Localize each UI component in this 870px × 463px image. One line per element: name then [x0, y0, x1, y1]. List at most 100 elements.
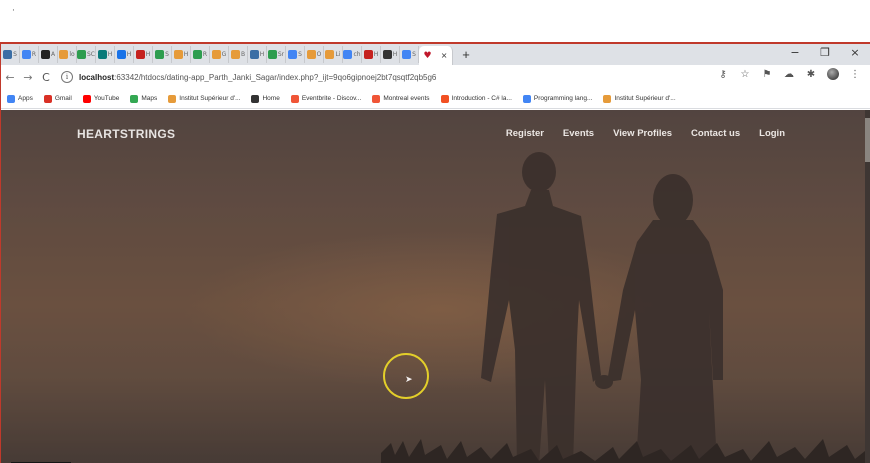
tab-label: H	[373, 51, 379, 58]
nav-link-view-profiles[interactable]: View Profiles	[613, 128, 672, 139]
bookmark-label: Institut Supérieur d'...	[179, 95, 241, 102]
close-window-button[interactable]: ×	[840, 44, 870, 65]
new-tab-button[interactable]: +	[457, 47, 475, 62]
browser-tab[interactable]: H	[134, 46, 153, 63]
nav-link-login[interactable]: Login	[759, 128, 785, 139]
bookmark-item[interactable]: Maps	[130, 94, 157, 103]
restore-button[interactable]: ❐	[810, 44, 840, 65]
tab-close-icon[interactable]: ×	[441, 51, 448, 60]
bookmark-label: Institut Supérieur d'...	[614, 95, 676, 102]
tab-label: S	[412, 51, 416, 58]
bookmark-item[interactable]: Introduction - C# la...	[440, 94, 512, 103]
nav-link-register[interactable]: Register	[506, 128, 544, 139]
browser-tab[interactable]: S	[1, 46, 20, 63]
bookmark-favicon-icon	[251, 94, 260, 103]
window-controls: − ❐ ×	[780, 44, 870, 65]
browser-tab[interactable]: H	[172, 46, 191, 63]
bookmark-label: Montreal events	[383, 95, 430, 102]
tab-favicon-icon	[192, 50, 202, 59]
browser-tab[interactable]: R	[20, 46, 39, 63]
site-nav-links: Register Events View Profiles Contact us Log…	[487, 128, 785, 139]
browser-tab[interactable]: H	[115, 46, 134, 63]
bookmark-item[interactable]: YouTube	[82, 94, 120, 103]
address-row: ← → C i localhost:63342/htdocs/dating-ap…	[1, 65, 870, 89]
browser-tab[interactable]: Sr	[267, 46, 286, 63]
url-path: :63342/htdocs/dating-app_Parth_Janki_Sag…	[114, 72, 437, 82]
tab-favicon-icon	[249, 50, 259, 59]
cloud-extension-icon[interactable]: ☁	[778, 69, 800, 80]
site-info-icon[interactable]: i	[61, 71, 73, 83]
forward-button[interactable]: →	[19, 71, 37, 84]
bookmark-item[interactable]: Programming lang...	[522, 94, 593, 103]
bookmark-item[interactable]: Institut Supérieur d'...	[603, 94, 676, 103]
browser-tab[interactable]: H	[362, 46, 381, 63]
tab-label: Li	[335, 51, 341, 58]
tab-favicon-icon	[21, 50, 31, 59]
tab-label: G	[221, 51, 227, 58]
flag-extension-icon[interactable]: ⚑	[756, 69, 778, 80]
browser-tab[interactable]: H	[381, 46, 400, 63]
profile-avatar[interactable]	[827, 68, 839, 80]
bookmark-item[interactable]: Apps	[7, 94, 33, 103]
desktop-strip: ·	[0, 0, 870, 42]
page-scrollbar[interactable]	[865, 110, 870, 463]
corner-mark: ·	[12, 6, 15, 16]
browser-tab[interactable]: S	[400, 46, 419, 63]
bookmark-item[interactable]: Home	[251, 94, 280, 103]
bookmark-favicon-icon	[372, 94, 381, 103]
tab-favicon-icon	[306, 50, 316, 59]
bookmark-item[interactable]: Gmail	[43, 94, 72, 103]
tab-label: O	[316, 51, 322, 58]
nav-link-contact-us[interactable]: Contact us	[691, 128, 740, 139]
browser-tab[interactable]: H	[96, 46, 115, 63]
browser-tab[interactable]: Li	[324, 46, 343, 63]
tab-favicon-icon	[211, 50, 221, 59]
browser-tab[interactable]: SC	[77, 46, 96, 63]
bookmark-favicon-icon	[603, 94, 612, 103]
bookmark-favicon-icon	[290, 94, 299, 103]
bookmark-favicon-icon	[130, 94, 139, 103]
bookmark-item[interactable]: Montreal events	[372, 94, 430, 103]
extensions-puzzle-icon[interactable]: ✱	[800, 69, 822, 80]
bookmark-label: YouTube	[93, 95, 120, 102]
tab-favicon-icon	[116, 50, 126, 59]
minimize-button[interactable]: −	[780, 44, 810, 65]
tab-favicon-icon	[155, 50, 165, 59]
bookmark-label: Programming lang...	[533, 95, 593, 102]
nav-link-events[interactable]: Events	[563, 128, 594, 139]
browser-tab[interactable]: B	[229, 46, 248, 63]
tab-label: H	[392, 51, 398, 58]
browser-tab[interactable]: H	[248, 46, 267, 63]
bookmark-favicon-icon	[7, 94, 15, 103]
tab-active-heartstrings[interactable]: ♥ ×	[419, 46, 453, 65]
tab-label: SC	[87, 51, 95, 58]
tab-label: R	[202, 51, 208, 58]
browser-tab[interactable]: A	[39, 46, 58, 63]
address-bar[interactable]: i localhost:63342/htdocs/dating-app_Part…	[61, 68, 761, 86]
bookmark-item[interactable]: Eventbrite - Discov...	[290, 94, 361, 103]
password-key-icon[interactable]: ⚷	[712, 69, 734, 80]
bookmark-item[interactable]: Institut Supérieur d'...	[168, 94, 241, 103]
url-host: localhost	[79, 72, 115, 82]
tab-label: ch	[353, 51, 361, 58]
scrollbar-thumb[interactable]	[865, 118, 870, 162]
tab-favicon-icon	[230, 50, 240, 59]
bookmark-label: Home	[262, 95, 280, 102]
browser-tab[interactable]: lo	[58, 46, 77, 63]
bookmark-label: Apps	[18, 95, 33, 102]
browser-tab[interactable]: O	[305, 46, 324, 63]
browser-tab[interactable]: R	[191, 46, 210, 63]
couple-silhouette-image	[481, 152, 723, 463]
browser-tab[interactable]: ch	[343, 46, 362, 63]
browser-tab[interactable]: S	[286, 46, 305, 63]
browser-menu-icon[interactable]: ⋮	[844, 69, 866, 80]
tab-favicon-icon	[3, 50, 13, 59]
bookmark-star-icon[interactable]: ☆	[734, 69, 756, 80]
browser-tab[interactable]: G	[210, 46, 229, 63]
back-button[interactable]: ←	[1, 71, 19, 84]
reload-button[interactable]: C	[37, 71, 55, 84]
tab-favicon-icon	[97, 50, 107, 59]
site-logo[interactable]: HEARTSTRINGS	[77, 127, 175, 141]
heart-favicon-icon: ♥	[423, 50, 432, 61]
browser-tab[interactable]: S	[153, 46, 172, 63]
